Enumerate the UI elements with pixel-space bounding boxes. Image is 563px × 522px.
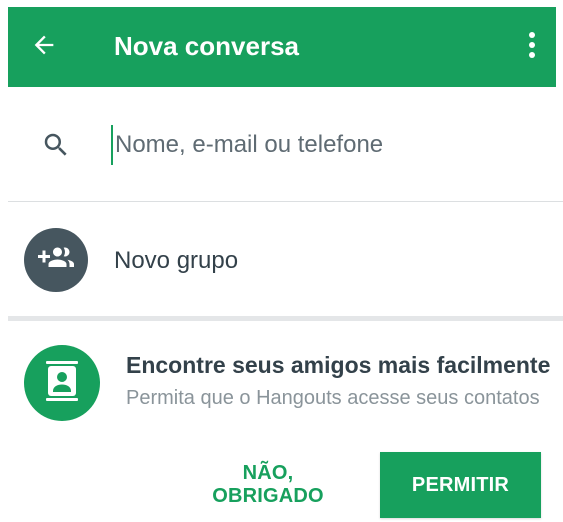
group-add-icon — [38, 240, 74, 281]
contacts-icon-circle — [24, 345, 100, 421]
new-group-row[interactable]: Novo grupo — [8, 202, 563, 316]
allow-button[interactable]: PERMITIR — [380, 452, 541, 518]
search-input[interactable] — [111, 125, 545, 165]
new-group-avatar — [24, 228, 88, 292]
app-root: Nova conversa Nome, e-mail ou telefone N… — [0, 0, 563, 522]
search-icon — [38, 127, 74, 163]
app-toolbar: Nova conversa — [8, 7, 556, 87]
prompt-heading: Encontre seus amigos mais facilmente — [126, 352, 551, 378]
page-title: Nova conversa — [114, 31, 299, 61]
decline-button[interactable]: NÃO, OBRIGADO — [178, 452, 358, 518]
search-row — [8, 87, 563, 201]
new-group-label: Novo grupo — [114, 247, 239, 274]
arrow-back-icon — [30, 31, 58, 64]
more-vert-icon — [528, 31, 536, 64]
contacts-permission-card: Encontre seus amigos mais facilmente Per… — [8, 321, 563, 522]
overflow-menu-button[interactable] — [520, 29, 544, 65]
contacts-icon — [44, 360, 80, 406]
back-button[interactable] — [26, 29, 62, 65]
prompt-body: Permita que o Hangouts acesse seus conta… — [126, 387, 540, 409]
